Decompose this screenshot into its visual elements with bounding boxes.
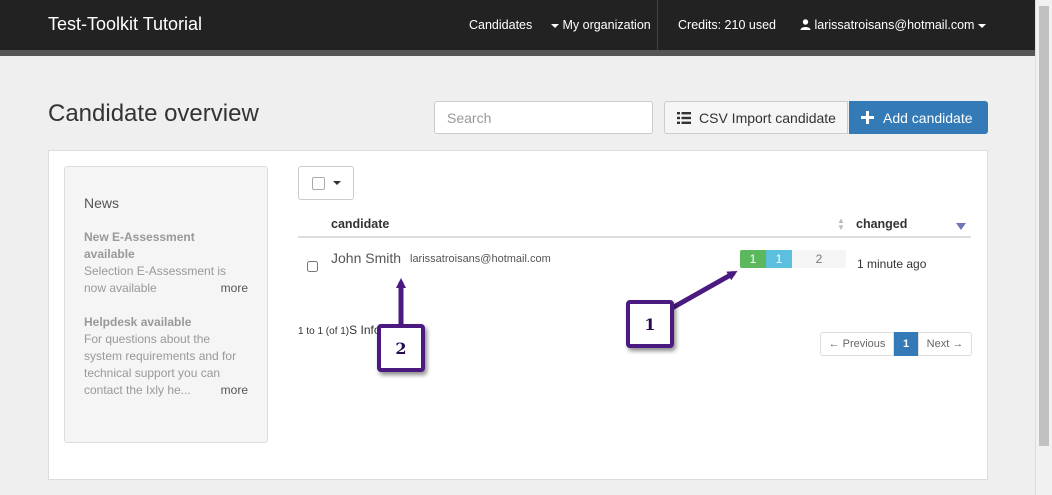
scrollbar[interactable]	[1035, 0, 1052, 495]
annotation-callout-2: 2	[377, 324, 425, 372]
annotation-arrows	[396, 270, 738, 326]
annotation-callout-1: 1	[626, 300, 674, 348]
annotation-arrow-1	[663, 270, 738, 315]
scrollbar-thumb[interactable]	[1039, 6, 1049, 446]
